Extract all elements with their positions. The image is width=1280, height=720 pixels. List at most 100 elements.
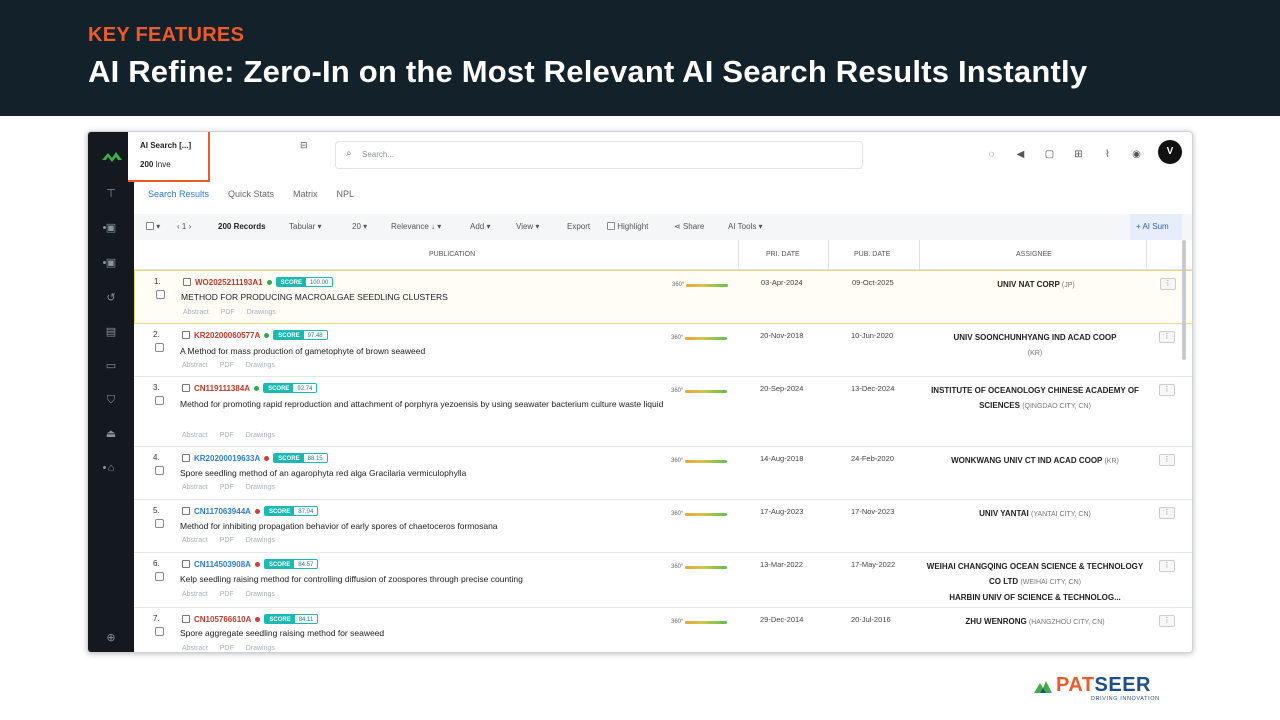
sidebar-item-searches[interactable]: ▣ — [98, 218, 124, 238]
export-button[interactable]: Export — [567, 222, 590, 231]
tab-npl[interactable]: NPL — [337, 189, 355, 199]
shield-icon[interactable]: ⛉ — [98, 390, 124, 410]
document-icon[interactable]: ▭ — [98, 356, 124, 376]
megaphone-icon[interactable]: ◀ — [1013, 147, 1028, 162]
tab-quick-stats[interactable]: Quick Stats — [228, 189, 274, 199]
abstract-link[interactable]: Abstract — [182, 362, 208, 369]
row-menu-icon[interactable]: ⋮ — [1159, 560, 1175, 572]
add-button[interactable]: Add ▾ — [470, 222, 490, 231]
globe-icon[interactable]: ⊕ — [98, 628, 124, 648]
pdf-link[interactable]: PDF — [220, 362, 234, 369]
view-icon[interactable] — [182, 507, 190, 515]
publication-title[interactable]: Method for promoting rapid reproduction … — [180, 397, 740, 412]
activity-icon[interactable]: ⌇ — [1100, 147, 1115, 162]
row-menu-icon[interactable]: ⋮ — [1160, 278, 1176, 290]
pdf-link[interactable]: PDF — [220, 537, 234, 544]
row-checkbox[interactable] — [155, 466, 164, 475]
drawings-link[interactable]: Drawings — [246, 362, 275, 369]
highlight-toggle[interactable]: Highlight — [607, 222, 648, 231]
tab-search-results[interactable]: Search Results — [148, 189, 209, 199]
col-pri-date[interactable]: PRI. DATE — [766, 251, 800, 258]
pagination[interactable]: ‹ 1 › — [177, 222, 191, 231]
view-icon[interactable] — [182, 331, 190, 339]
history-icon[interactable]: ↺ — [98, 288, 124, 308]
sort-select[interactable]: Relevance ↓ ▾ — [391, 222, 441, 231]
publication-number[interactable]: CN114503908A — [194, 560, 251, 569]
sidebar-item-settings[interactable]: ⌂ — [98, 458, 124, 478]
row-menu-icon[interactable]: ⋮ — [1159, 331, 1175, 343]
ai-tools-button[interactable]: AI Tools ▾ — [728, 222, 763, 231]
abstract-link[interactable]: Abstract — [182, 537, 208, 544]
drawings-link[interactable]: Drawings — [246, 591, 275, 598]
row-menu-icon[interactable]: ⋮ — [1159, 507, 1175, 519]
avatar[interactable]: V — [1158, 140, 1182, 164]
pdf-link[interactable]: PDF — [220, 484, 234, 491]
select-all-checkbox[interactable]: ▾ — [146, 222, 160, 231]
insight-360[interactable]: 360° — [671, 458, 728, 464]
insight-360[interactable]: 360° — [671, 564, 728, 570]
col-publication[interactable]: PUBLICATION — [429, 251, 475, 258]
view-icon[interactable] — [183, 278, 191, 286]
drawings-link[interactable]: Drawings — [246, 432, 275, 439]
table-row[interactable]: 3. CN119111384A SCORE 92.74 Method for pr… — [134, 377, 1192, 447]
filter-icon[interactable]: ⊤ — [98, 184, 124, 204]
search-tab[interactable]: AI Search [...] 200 Inve — [128, 132, 210, 182]
insight-360[interactable]: 360° — [671, 335, 728, 341]
publication-title[interactable]: Spore aggregate seedling raising method … — [180, 626, 740, 641]
tab-matrix[interactable]: Matrix — [293, 189, 318, 199]
publication-title[interactable]: A Method for mass production of gametoph… — [180, 344, 740, 359]
drawings-link[interactable]: Drawings — [246, 645, 275, 652]
row-checkbox[interactable] — [155, 572, 164, 581]
publication-number[interactable]: CN105766610A — [194, 615, 251, 624]
grid-icon[interactable]: ⊞ — [1071, 147, 1086, 162]
table-row[interactable]: 5. CN117063944A SCORE 87.04 Method for in… — [134, 500, 1192, 553]
insight-360[interactable]: 360° — [671, 388, 728, 394]
abstract-link[interactable]: Abstract — [183, 309, 209, 316]
publication-number[interactable]: WO2025211193A1 — [195, 278, 263, 287]
table-row[interactable]: 6. CN114503908A SCORE 84.57 Kelp seedling… — [134, 553, 1192, 608]
row-menu-icon[interactable]: ⋮ — [1159, 615, 1175, 627]
col-pub-date[interactable]: PUB. DATE — [854, 251, 890, 258]
bulb-icon[interactable]: ◌ — [984, 147, 999, 162]
view-icon[interactable] — [182, 560, 190, 568]
row-menu-icon[interactable]: ⋮ — [1159, 384, 1175, 396]
publication-number[interactable]: KR20200019633A — [194, 454, 260, 463]
row-menu-icon[interactable]: ⋮ — [1159, 454, 1175, 466]
ai-summary-button[interactable]: + AI Sum — [1130, 214, 1182, 240]
row-checkbox[interactable] — [155, 343, 164, 352]
pdf-link[interactable]: PDF — [220, 591, 234, 598]
table-row[interactable]: 2. KR20200060577A SCORE 97.48 A Method fo… — [134, 324, 1192, 377]
insight-360[interactable]: 360° — [671, 511, 728, 517]
pdf-link[interactable]: PDF — [220, 645, 234, 652]
per-page-select[interactable]: 20 ▾ — [352, 222, 367, 231]
publication-number[interactable]: KR20200060577A — [194, 331, 260, 340]
table-row[interactable]: 4. KR20200019633A SCORE 88.15 Spore seedl… — [134, 447, 1192, 500]
row-checkbox[interactable] — [155, 519, 164, 528]
publication-number[interactable]: CN117063944A — [194, 507, 251, 516]
publication-title[interactable]: Spore seedling method of an agarophyta r… — [180, 466, 740, 481]
abstract-link[interactable]: Abstract — [182, 591, 208, 598]
publication-title[interactable]: Method for inhibiting propagation behavi… — [180, 519, 740, 534]
sidebar-item-projects[interactable]: ▣ — [98, 253, 124, 273]
view-icon[interactable] — [182, 454, 190, 462]
pdf-link[interactable]: PDF — [221, 309, 235, 316]
view-mode-select[interactable]: Tabular ▾ — [289, 222, 322, 231]
row-checkbox[interactable] — [156, 290, 165, 299]
tab-menu-icon[interactable]: ⊟ — [300, 140, 308, 151]
insight-360[interactable]: 360° — [671, 619, 728, 625]
search-input[interactable]: ⌕ Search... — [335, 141, 863, 169]
scrollbar[interactable] — [1182, 240, 1186, 360]
window-icon[interactable]: ▢ — [1042, 147, 1057, 162]
abstract-link[interactable]: Abstract — [182, 432, 208, 439]
user-icon[interactable]: ⏏ — [98, 424, 124, 444]
chat-icon[interactable]: ◉ — [1129, 147, 1144, 162]
drawings-link[interactable]: Drawings — [246, 484, 275, 491]
share-button[interactable]: ⋖ Share — [674, 222, 704, 231]
drawings-link[interactable]: Drawings — [247, 309, 276, 316]
publication-number[interactable]: CN119111384A — [194, 384, 250, 393]
table-row[interactable]: 7. CN105766610A SCORE 84.11 Spore aggrega… — [134, 608, 1192, 652]
row-checkbox[interactable] — [155, 627, 164, 636]
pdf-link[interactable]: PDF — [220, 432, 234, 439]
abstract-link[interactable]: Abstract — [182, 484, 208, 491]
publication-title[interactable]: METHOD FOR PRODUCING MACROALGAE SEEDLING… — [181, 290, 741, 305]
